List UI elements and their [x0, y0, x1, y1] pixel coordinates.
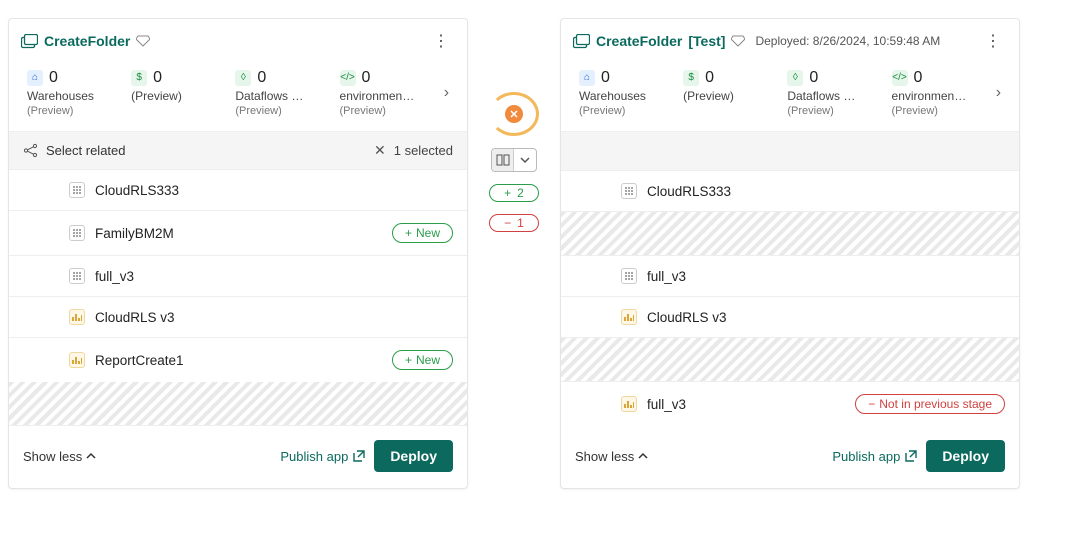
item-name: full_v3	[647, 397, 686, 412]
dataset-icon	[69, 225, 85, 241]
stage-tag: [Test]	[688, 33, 725, 49]
sync-status-badge[interactable]: ✕	[489, 92, 539, 136]
compare-columns-icon[interactable]	[492, 149, 514, 171]
dataset-icon	[621, 183, 637, 199]
open-external-icon	[352, 449, 366, 463]
empty-slot	[9, 382, 467, 426]
item-name: full_v3	[95, 269, 134, 284]
item-name: CloudRLS v3	[647, 310, 727, 325]
card-more-button[interactable]: ⋮	[979, 27, 1007, 55]
stats-scroll-right[interactable]: ›	[444, 84, 449, 102]
item-row[interactable]: full_v3	[561, 256, 1019, 297]
item-row[interactable]: FamilyBM2M +New	[9, 211, 467, 256]
premium-diamond-icon	[136, 35, 150, 47]
report-icon	[621, 396, 637, 412]
deploy-button[interactable]: Deploy	[926, 440, 1005, 472]
select-related-bar: Select related ✕ 1 selected	[9, 131, 467, 170]
clear-selection-icon[interactable]: ✕	[374, 142, 386, 159]
new-badge: +New	[392, 350, 453, 370]
item-name: CloudRLS333	[95, 183, 179, 198]
open-external-icon	[904, 449, 918, 463]
preview-icon: $	[683, 70, 699, 86]
show-less-toggle[interactable]: Show less	[575, 449, 648, 464]
minus-icon: −	[504, 216, 511, 230]
item-row[interactable]: ReportCreate1 +New	[9, 338, 467, 382]
item-name: CloudRLS v3	[95, 310, 175, 325]
show-less-toggle[interactable]: Show less	[23, 449, 96, 464]
dataset-icon	[69, 268, 85, 284]
selected-count: 1 selected	[394, 143, 453, 158]
workspace-icon	[21, 34, 38, 49]
compare-view-toggle[interactable]	[491, 148, 537, 172]
preview-icon: $	[131, 70, 147, 86]
stage-card-dev: CreateFolder ⋮ ⌂0Warehouses(Preview) $0(…	[8, 18, 468, 489]
report-icon	[621, 309, 637, 325]
item-row[interactable]: full_v3	[9, 256, 467, 297]
workspace-name[interactable]: CreateFolder	[596, 33, 682, 49]
stats-strip: ⌂0Warehouses(Preview) $0(Preview) ◊0Data…	[561, 59, 1019, 131]
share-icon	[23, 143, 38, 158]
item-row[interactable]: CloudRLS v3	[561, 297, 1019, 338]
item-name: FamilyBM2M	[95, 226, 174, 241]
select-related-label[interactable]: Select related	[46, 143, 126, 158]
missing-badge: −Not in previous stage	[855, 394, 1005, 414]
workspace-icon	[573, 34, 590, 49]
deploy-button[interactable]: Deploy	[374, 440, 453, 472]
new-badge: +New	[392, 223, 453, 243]
premium-diamond-icon	[731, 35, 745, 47]
stage-card-test: CreateFolder [Test] Deployed: 8/26/2024,…	[560, 18, 1020, 489]
environment-icon: </>	[340, 70, 356, 86]
report-icon	[69, 352, 85, 368]
chevron-down-icon[interactable]	[514, 149, 536, 171]
stats-strip: ⌂0Warehouses(Preview) $0(Preview) ◊0Data…	[9, 59, 467, 131]
item-row[interactable]: CloudRLS v3	[9, 297, 467, 338]
item-row[interactable]: CloudRLS333	[9, 170, 467, 211]
diff-removed-pill[interactable]: −1	[489, 214, 539, 232]
dataflow-icon: ◊	[787, 70, 803, 86]
dataflow-icon: ◊	[235, 70, 251, 86]
empty-slot	[561, 338, 1019, 382]
deployed-timestamp: Deployed: 8/26/2024, 10:59:48 AM	[755, 34, 940, 48]
item-list: CloudRLS333 full_v3 CloudRLS v3 full_v3 −Not…	[561, 171, 1019, 426]
item-list: CloudRLS333 FamilyBM2M +New full_v3 CloudRLS…	[9, 170, 467, 382]
item-row[interactable]: full_v3 −Not in previous stage	[561, 382, 1019, 426]
empty-slot	[561, 212, 1019, 256]
diff-added-pill[interactable]: +2	[489, 184, 539, 202]
plus-icon: +	[504, 186, 511, 200]
publish-app-link[interactable]: Publish app	[280, 449, 366, 464]
item-name: ReportCreate1	[95, 353, 184, 368]
item-row[interactable]: CloudRLS333	[561, 171, 1019, 212]
minus-icon: −	[868, 397, 875, 411]
plus-icon: +	[405, 226, 412, 240]
item-name: full_v3	[647, 269, 686, 284]
warehouse-icon: ⌂	[27, 70, 43, 86]
report-icon	[69, 309, 85, 325]
workspace-name[interactable]: CreateFolder	[44, 33, 130, 49]
compare-column: ✕ +2 −1	[478, 18, 550, 232]
select-bar-empty	[561, 131, 1019, 171]
environment-icon: </>	[892, 70, 908, 86]
dataset-icon	[69, 182, 85, 198]
publish-app-link[interactable]: Publish app	[832, 449, 918, 464]
plus-icon: +	[405, 353, 412, 367]
stats-scroll-right[interactable]: ›	[996, 84, 1001, 102]
warehouse-icon: ⌂	[579, 70, 595, 86]
card-more-button[interactable]: ⋮	[427, 27, 455, 55]
item-name: CloudRLS333	[647, 184, 731, 199]
dataset-icon	[621, 268, 637, 284]
